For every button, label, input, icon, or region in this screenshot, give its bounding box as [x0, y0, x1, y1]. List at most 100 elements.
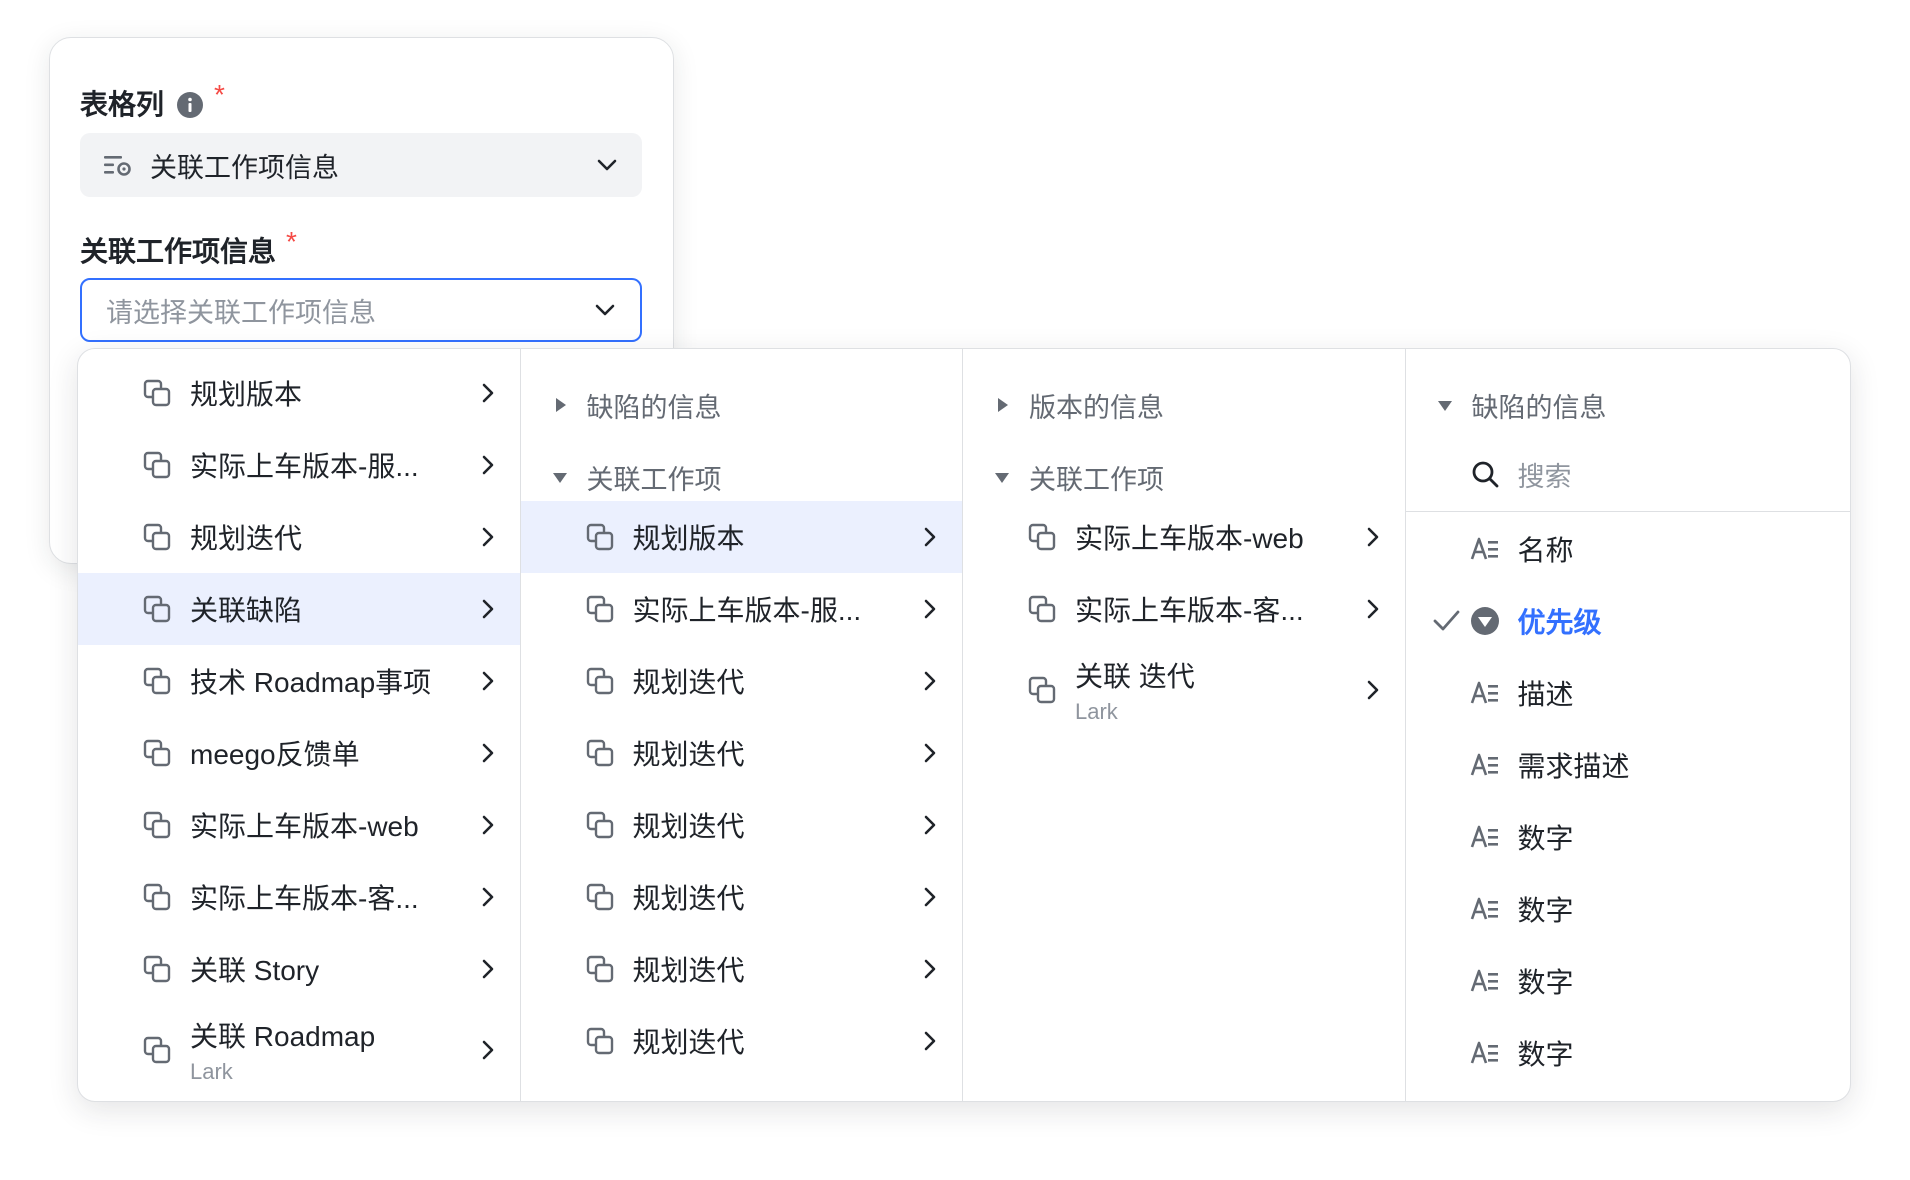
field-option-checked[interactable]: 优先级 [1406, 585, 1851, 657]
cascader-item-label: 规划迭代 [632, 1027, 745, 1058]
cascader-item[interactable]: 规划迭代 [521, 717, 963, 789]
cascader-item[interactable]: 规划版本 [78, 357, 520, 429]
cascader-item-label: 实际上车版本-web [190, 811, 419, 842]
cascader-item-text: 关联 Roadmap Lark [190, 1015, 476, 1085]
chevron-right-icon [924, 671, 936, 691]
cascader-item-sublabel: Lark [1075, 699, 1118, 724]
cascader-item-label: 实际上车版本-web [1075, 523, 1304, 554]
search-field[interactable]: 搜索 [1406, 444, 1851, 504]
link-item-icon [143, 955, 171, 983]
required-mark: * [286, 226, 297, 257]
cascader-item[interactable]: 规划迭代 [78, 501, 520, 573]
group-header-version-info[interactable]: 版本的信息 [963, 375, 1405, 435]
cascader-item[interactable]: 实际上车版本-客... [78, 861, 520, 933]
field-option[interactable]: 需求描述 [1406, 729, 1851, 801]
cascader-item-label: 关联缺陷 [190, 595, 303, 626]
field-option[interactable]: 数字 [1406, 801, 1851, 873]
chevron-down-icon [595, 304, 615, 316]
caret-right-icon [998, 398, 1008, 412]
cascader-item[interactable]: 规划迭代 [521, 861, 963, 933]
cascader-item[interactable]: 关联 Story [78, 933, 520, 1005]
cascader-item[interactable]: 实际上车版本-服... [78, 429, 520, 501]
cascader-item[interactable]: 规划迭代 [521, 789, 963, 861]
field-option[interactable]: 数字 [1406, 873, 1851, 945]
table-column-label-text: 表格列 [80, 89, 165, 120]
field-option-label: 数字 [1517, 895, 1574, 926]
chevron-right-icon [482, 671, 493, 691]
check-icon [1433, 610, 1459, 631]
settings-list-icon [104, 156, 131, 176]
link-item-icon [143, 523, 171, 551]
chevron-right-icon [924, 527, 936, 547]
cascader-item[interactable]: 技术 Roadmap事项 [78, 645, 520, 717]
chevron-right-icon [482, 455, 493, 475]
text-field-icon [1470, 681, 1498, 704]
cascader-item-label: 关联 Roadmap [190, 1021, 376, 1052]
field-option[interactable]: 名称 [1406, 513, 1851, 585]
info-icon[interactable] [176, 91, 204, 119]
chevron-right-icon [1367, 527, 1378, 547]
search-icon [1472, 461, 1498, 488]
group-header-linked-items[interactable]: 关联工作项 [521, 447, 963, 507]
link-item-icon [143, 739, 171, 767]
chevron-right-icon [924, 887, 936, 907]
chevron-right-icon [482, 527, 493, 547]
cascader-item[interactable]: 实际上车版本-web [963, 501, 1405, 573]
cascader-item[interactable]: 规划迭代 [521, 645, 963, 717]
priority-select-icon [1470, 607, 1499, 635]
cascader-item-selected[interactable]: 关联缺陷 [78, 573, 520, 645]
linked-item-info-label-text: 关联工作项信息 [80, 236, 277, 267]
cascader-item-label: 关联 迭代 [1075, 661, 1195, 692]
linked-item-info-select[interactable]: 请选择关联工作项信息 [80, 278, 642, 342]
cascader-item[interactable]: 实际上车版本-服... [521, 573, 963, 645]
linked-item-info-placeholder: 请选择关联工作项信息 [106, 297, 376, 328]
caret-down-icon [1437, 401, 1452, 411]
cascader-item-label: 实际上车版本-客... [190, 883, 419, 914]
group-header-defect-info[interactable]: 缺陷的信息 [521, 375, 963, 435]
cascader-item[interactable]: 规划迭代 [521, 933, 963, 1005]
cascader-item-selected[interactable]: 规划版本 [520, 501, 962, 573]
cascader-item[interactable]: 规划迭代 [521, 1005, 963, 1077]
link-item-icon [143, 667, 171, 695]
table-column-select[interactable]: 关联工作项信息 [80, 133, 642, 197]
cascader-item[interactable]: 实际上车版本-web [78, 789, 520, 861]
cascader-column-3: 版本的信息 关联工作项 实际上车版本-web 实际上车版本-客... 关联 迭代… [963, 349, 1406, 1101]
link-item-icon [143, 379, 171, 407]
field-option-label: 数字 [1517, 823, 1574, 854]
field-option[interactable]: 数字 [1406, 945, 1851, 1017]
group-header-label: 关联工作项 [586, 464, 722, 495]
chevron-down-icon [597, 159, 617, 171]
cascader-item-label: 规划版本 [632, 523, 745, 554]
group-header-label: 版本的信息 [1029, 392, 1164, 423]
cascader-item-label: 实际上车版本-服... [632, 595, 862, 626]
cascader-item-label: 规划迭代 [632, 667, 745, 698]
field-option-label: 名称 [1517, 535, 1574, 566]
cascader-item[interactable]: meego反馈单 [78, 717, 520, 789]
cascader-item[interactable]: 关联 迭代 Lark [963, 645, 1405, 735]
cascader-item-label: meego反馈单 [190, 739, 360, 770]
link-item-icon [586, 739, 613, 767]
field-option[interactable]: 数字 [1406, 1017, 1851, 1089]
cascader-item[interactable]: 关联 Roadmap Lark [78, 1005, 520, 1095]
cascader-column-2: 缺陷的信息 关联工作项 规划版本 实际上车版本-服... 规划迭代 规划迭代 规… [520, 349, 963, 1101]
caret-right-icon [555, 398, 566, 412]
group-header-defect-info[interactable]: 缺陷的信息 [1406, 375, 1851, 435]
chevron-right-icon [1367, 680, 1378, 700]
divider [1405, 511, 1850, 512]
chevron-right-icon [482, 383, 493, 403]
cascader-item-label: 实际上车版本-服... [190, 451, 419, 482]
link-item-icon [586, 955, 613, 983]
group-header-label: 关联工作项 [1029, 464, 1164, 495]
cascader-item-label: 规划迭代 [632, 739, 745, 770]
cascader-item-label: 规划迭代 [190, 523, 303, 554]
link-item-icon [586, 595, 613, 623]
cascader-column-1: 规划版本 实际上车版本-服... 规划迭代 关联缺陷 技术 Roadmap事项 … [78, 349, 521, 1101]
chevron-right-icon [482, 815, 493, 835]
link-item-icon [143, 1036, 171, 1064]
cascader-item[interactable]: 实际上车版本-客... [963, 573, 1405, 645]
group-header-linked-items[interactable]: 关联工作项 [963, 447, 1405, 507]
link-item-icon [586, 1027, 613, 1055]
link-item-icon [586, 883, 613, 911]
field-option[interactable]: 描述 [1406, 657, 1851, 729]
chevron-right-icon [924, 599, 936, 619]
